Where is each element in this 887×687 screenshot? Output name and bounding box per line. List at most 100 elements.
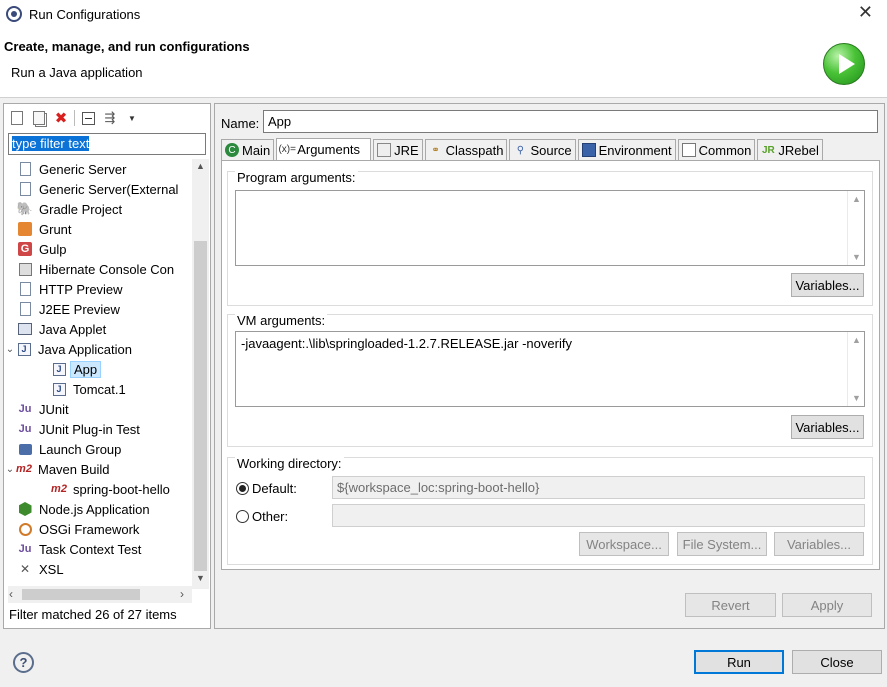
tree-item[interactable]: ⌄ J Java Application [4,339,192,359]
scroll-up-icon[interactable]: ▲ [852,194,861,204]
tree-item-label: Grunt [39,221,72,237]
scroll-right-icon[interactable]: › [180,587,184,601]
tree-item[interactable]: G Gulp [4,239,192,259]
toolbar-separator [74,110,75,126]
launch-group-icon [17,441,33,457]
configurations-toolbar: ✖ ⇶ ▼ [8,108,141,128]
server-icon [17,181,33,197]
tree-item[interactable]: m2 spring-boot-hello [4,479,192,499]
tree-item[interactable]: Launch Group [4,439,192,459]
tree-item[interactable]: Java Applet [4,319,192,339]
scroll-up-icon[interactable]: ▲ [196,161,205,171]
tab-environment[interactable]: Environment [577,139,676,160]
arguments-tab-icon: (x)= [278,144,296,155]
page-icon [17,301,33,317]
tree-item[interactable]: Generic Server [4,159,192,179]
other-radio[interactable] [236,510,249,523]
tree-item[interactable]: ✕ XSL [4,559,192,579]
tree-item[interactable]: Ju JUnit [4,399,192,419]
filter-configurations-button[interactable]: ⇶ [101,109,119,127]
help-icon[interactable]: ? [13,652,34,673]
tab-label: Environment [598,142,672,158]
title-bar: Run Configurations ✕ [0,0,887,28]
chevron-down-icon[interactable]: ⌄ [4,344,16,355]
tab-common[interactable]: Common [677,139,756,160]
vm-arguments-scrollbar[interactable]: ▲ ▼ [847,332,864,406]
tree-item[interactable]: Node.js Application [4,499,192,519]
tree-item[interactable]: Grunt [4,219,192,239]
tree-item-label: Task Context Test [39,541,142,557]
tab-label: Classpath [445,142,504,158]
delete-configuration-button[interactable]: ✖ [52,109,70,127]
tree-vertical-scrollbar[interactable]: ▲ ▼ [192,159,209,589]
tree-item-label: Maven Build [38,461,110,477]
tree-item-label: Gradle Project [39,201,123,217]
tree-item[interactable]: HTTP Preview [4,279,192,299]
program-arguments-input[interactable]: ▲ ▼ [235,190,865,266]
tree-item[interactable]: Ju JUnit Plug-in Test [4,419,192,439]
duplicate-configuration-button[interactable] [30,109,48,127]
tab-source[interactable]: ⚲ Source [509,139,576,160]
name-input[interactable]: App [263,110,878,133]
horizontal-scroll-thumb[interactable] [22,589,140,600]
scroll-down-icon[interactable]: ▼ [196,573,205,583]
tree-item-label: Generic Server(External [39,181,179,197]
vm-arguments-input[interactable]: -javaagent:.\lib\springloaded-1.2.7.RELE… [235,331,865,407]
tree-item[interactable]: Generic Server(External [4,179,192,199]
tree-item[interactable]: J2EE Preview [4,299,192,319]
workspace-button[interactable]: Workspace... [579,532,669,556]
view-menu-button[interactable]: ▼ [123,109,141,127]
tab-jre[interactable]: JRE [373,139,423,160]
tree-item-label: Tomcat.1 [73,381,126,397]
program-arguments-scrollbar[interactable]: ▲ ▼ [847,191,864,265]
chevron-down-icon[interactable]: ⌄ [4,464,16,475]
scroll-down-icon[interactable]: ▼ [852,393,861,403]
configuration-tree[interactable]: Generic Server Generic Server(External 🐘 Gr… [4,159,192,584]
tree-item[interactable]: OSGi Framework [4,519,192,539]
junit-icon: Ju [18,403,32,415]
close-button[interactable]: Close [792,650,882,674]
tree-item[interactable]: Ju Task Context Test [4,539,192,559]
common-tab-icon [681,143,696,157]
tab-label: Main [242,142,271,158]
tree-item[interactable]: J Tomcat.1 [4,379,192,399]
maven-icon: m2 [51,483,67,495]
scroll-down-icon[interactable]: ▼ [852,252,861,262]
tab-jrebel[interactable]: JR JRebel [757,139,823,160]
close-window-icon[interactable]: ✕ [858,2,873,23]
working-directory-group: Working directory: Default: ${workspace_… [227,456,873,565]
tree-item-label: J2EE Preview [39,301,120,317]
file-system-button[interactable]: File System... [677,532,767,556]
tree-item[interactable]: ⌄ m2 Maven Build [4,459,192,479]
gulp-icon: G [17,241,33,257]
tree-item[interactable]: Hibernate Console Con [4,259,192,279]
collapse-all-button[interactable] [79,109,97,127]
vertical-scroll-thumb[interactable] [194,241,207,571]
xsl-icon: ✕ [19,562,31,576]
other-directory-field[interactable] [332,504,865,527]
default-directory-field: ${workspace_loc:spring-boot-hello} [332,476,865,499]
tab-classpath[interactable]: ⚭ Classpath [424,139,508,160]
scroll-up-icon[interactable]: ▲ [852,335,861,345]
tree-horizontal-scrollbar[interactable]: ‹ › [8,586,192,603]
program-variables-button[interactable]: Variables... [791,273,864,297]
tree-item[interactable]: 🐘 Gradle Project [4,199,192,219]
default-label: Default: [252,481,297,496]
new-configuration-button[interactable] [8,109,26,127]
scroll-left-icon[interactable]: ‹ [9,587,13,601]
tree-item-label: spring-boot-hello [73,481,170,497]
revert-button[interactable]: Revert [685,593,776,617]
working-dir-variables-button[interactable]: Variables... [774,532,864,556]
tree-item[interactable]: J App [4,359,192,379]
collapse-all-icon [81,111,95,125]
default-radio[interactable] [236,482,249,495]
tab-arguments[interactable]: (x)= Arguments [276,138,372,160]
tab-label: JRE [394,142,419,158]
apply-button[interactable]: Apply [782,593,872,617]
tab-main[interactable]: C Main [221,139,275,160]
filter-input[interactable]: type filter text [8,133,206,155]
filter-icon: ⇶ [104,110,116,125]
run-button[interactable]: Run [694,650,784,674]
tree-item-label: Hibernate Console Con [39,261,175,277]
vm-variables-button[interactable]: Variables... [791,415,864,439]
